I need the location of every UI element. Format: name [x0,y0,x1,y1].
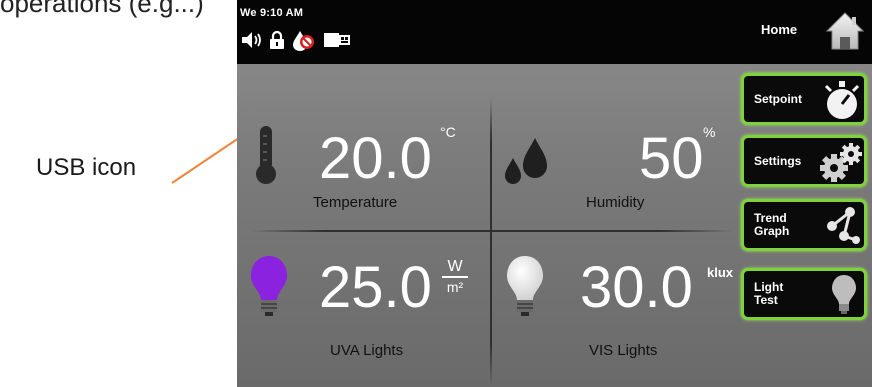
settings-button[interactable]: Settings [741,135,867,187]
speaker-icon [242,32,261,48]
clock: We 9:10 AM [240,7,304,19]
uva-unit-denominator: m² [446,279,464,295]
temperature-unit: °C [440,124,456,140]
vis-bulb-icon [507,256,543,316]
usb-icon [324,33,350,47]
vis-value: 30.0 [580,255,693,320]
uva-unit-fraction-bar [442,276,468,278]
status-icons [241,29,351,51]
uva-value: 25.0 [319,255,432,320]
uva-unit-numerator: W [447,258,463,275]
humidity-label: Humidity [586,194,645,211]
home-icon[interactable] [825,11,865,51]
thermometer-icon [256,126,276,184]
setpoint-button[interactable]: Setpoint [741,73,867,125]
settings-button-label: Settings [754,154,802,168]
trend-graph-button-label: Trend Graph [754,211,790,238]
temperature-label: Temperature [313,194,398,211]
lock-icon [270,30,284,49]
gears-icon [820,143,862,182]
temperature-value: 20.0 [319,126,432,191]
grid-divider-horizontal [252,230,732,232]
device-screen: We 9:10 AM Home 20.0 °C Temperature 50 %… [237,0,872,387]
light-bulb-icon [832,275,856,314]
light-test-button-label: Light Test [754,280,784,307]
humidity-unit: % [703,124,716,140]
humidity-value: 50 [639,126,704,191]
light-test-button[interactable]: Light Test [741,268,867,320]
stopwatch-icon [824,81,860,119]
uva-label: UVA Lights [330,342,404,359]
water-drops-icon [505,138,547,184]
home-label[interactable]: Home [761,22,797,37]
uva-unit: W m² [442,258,468,295]
vis-unit: klux [707,265,734,280]
trend-graph-button[interactable]: Trend Graph [741,199,867,251]
setpoint-button-label: Setpoint [754,92,802,106]
uva-bulb-icon [251,256,287,316]
graph-nodes-icon [827,207,860,244]
vis-label: VIS Lights [589,342,658,359]
grid-divider-vertical [490,98,492,387]
no-water-icon [293,31,314,51]
status-bar: We 9:10 AM Home [237,0,872,64]
